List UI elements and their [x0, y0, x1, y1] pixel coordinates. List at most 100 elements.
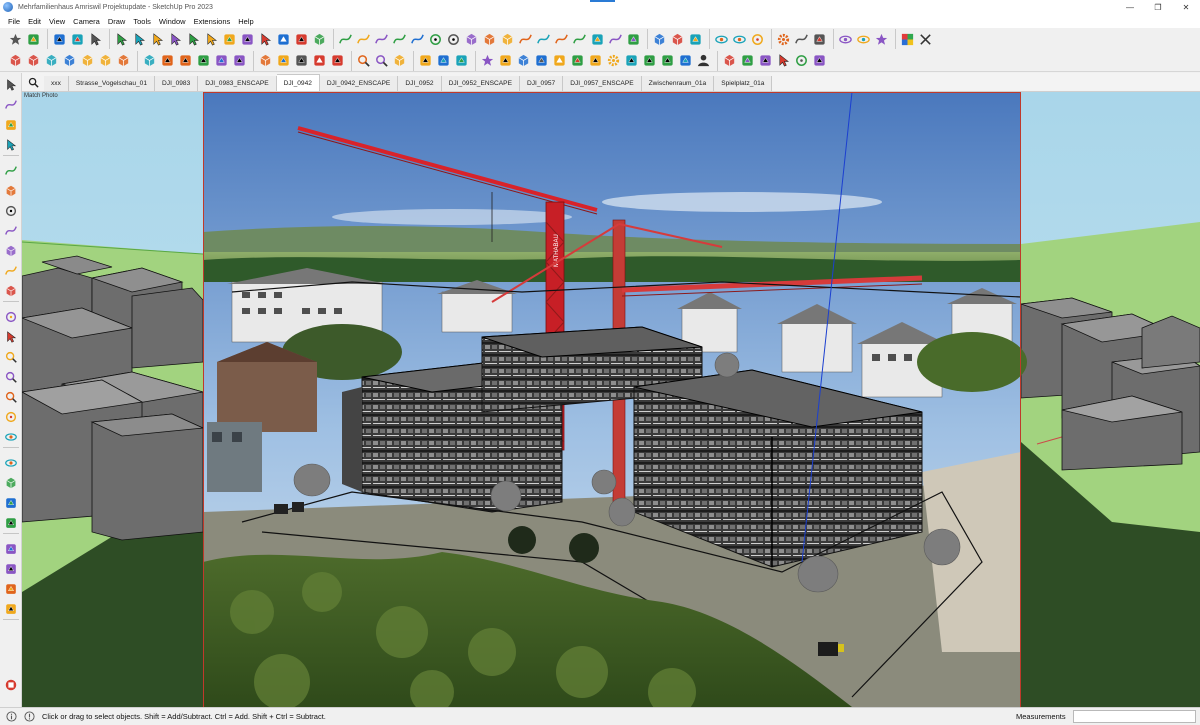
scene-tab-spielplatz-01a[interactable]: Spielplatz_01a — [714, 76, 773, 91]
rotated-rectangle-icon[interactable] — [499, 30, 516, 48]
left-layers-icon[interactable] — [2, 561, 20, 577]
unhide-icon[interactable] — [855, 30, 872, 48]
scale-icon[interactable] — [167, 30, 184, 48]
follow-me-icon[interactable] — [185, 30, 202, 48]
fredo-tools-icon[interactable] — [811, 52, 828, 70]
left-components-icon[interactable] — [2, 495, 20, 511]
rotate-icon[interactable] — [149, 30, 166, 48]
getting-started-icon[interactable] — [7, 30, 24, 48]
left-rectangle-icon[interactable] — [2, 183, 20, 199]
scene-tab-dji-0983-enscape[interactable]: DJI_0983_ENSCAPE — [198, 76, 277, 91]
menu-extensions[interactable]: Extensions — [190, 17, 235, 26]
offset-icon[interactable] — [203, 30, 220, 48]
measurements-input[interactable] — [1073, 710, 1196, 723]
enscape-assets-icon[interactable] — [587, 52, 604, 70]
spline-icon[interactable] — [535, 30, 552, 48]
sandbox-smoove-icon[interactable] — [257, 52, 274, 70]
left-section-icon[interactable] — [2, 283, 20, 299]
protractor-icon[interactable] — [239, 30, 256, 48]
intersect-icon[interactable] — [159, 52, 176, 70]
scene-tab-dji-0952-enscape[interactable]: DJI_0952_ENSCAPE — [441, 76, 520, 91]
look-around-icon[interactable] — [749, 30, 766, 48]
left-section-plane-icon[interactable] — [2, 475, 20, 491]
left-styles-icon[interactable] — [2, 541, 20, 557]
axes-icon[interactable] — [257, 30, 274, 48]
flip-edge-icon[interactable] — [329, 52, 346, 70]
left-materials-icon[interactable] — [2, 515, 20, 531]
maximize-button[interactable]: ❐ — [1144, 0, 1172, 14]
left-orbit-icon[interactable] — [2, 309, 20, 325]
circle-icon[interactable] — [445, 30, 462, 48]
joint-push-pull-icon[interactable] — [775, 52, 792, 70]
solid-tools-icon[interactable] — [141, 52, 158, 70]
zoom-extents-icon[interactable] — [355, 52, 372, 70]
left-circle-icon[interactable] — [2, 203, 20, 219]
scene-search-icon[interactable] — [22, 73, 44, 91]
style-icon[interactable] — [453, 52, 470, 70]
left-zoom-window-icon[interactable] — [2, 369, 20, 385]
close-icon[interactable] — [917, 30, 934, 48]
left-zoom-icon[interactable] — [2, 349, 20, 365]
select-icon[interactable] — [113, 30, 130, 48]
enscape-materials-icon[interactable] — [569, 52, 586, 70]
enscape-info-icon[interactable] — [677, 52, 694, 70]
trim-icon[interactable] — [213, 52, 230, 70]
left-arc-icon[interactable] — [2, 223, 20, 239]
menu-help[interactable]: Help — [234, 17, 257, 26]
model-viewport[interactable]: Match Photo MATHABAU — [22, 92, 1200, 707]
user-icon[interactable] — [695, 52, 712, 70]
scene-tab-dji-0983[interactable]: DJI_0983 — [155, 76, 199, 91]
front-view-icon[interactable] — [43, 52, 60, 70]
enscape-capture-icon[interactable] — [533, 52, 550, 70]
smoove-icon[interactable] — [687, 30, 704, 48]
scene-tab-strasse-vogelschau-01[interactable]: Strasse_Vogelschau_01 — [68, 76, 156, 91]
enscape-sync-icon[interactable] — [497, 52, 514, 70]
left-pan-icon[interactable] — [2, 329, 20, 345]
outliner-icon[interactable] — [793, 30, 810, 48]
drape-icon[interactable] — [293, 52, 310, 70]
left-tape-measure-icon[interactable] — [2, 117, 20, 133]
left-freehand-icon[interactable] — [2, 263, 20, 279]
minimize-button[interactable]: — — [1116, 0, 1144, 14]
menu-edit[interactable]: Edit — [24, 17, 45, 26]
hide-icon[interactable] — [837, 30, 854, 48]
line-icon[interactable] — [337, 30, 354, 48]
sandbox-from-contours-icon[interactable] — [651, 30, 668, 48]
component-browser-icon[interactable] — [811, 30, 828, 48]
left-scenes-icon[interactable] — [2, 581, 20, 597]
fog-icon[interactable] — [435, 52, 452, 70]
freehand-icon[interactable] — [355, 30, 372, 48]
left-line-icon[interactable] — [2, 163, 20, 179]
move-icon[interactable] — [131, 30, 148, 48]
sandbox-tools-icon[interactable] — [721, 52, 738, 70]
scene-tab-zwischenraum-01a[interactable]: Zwischenraum_01a — [641, 76, 715, 91]
scene-tab-dji-0957[interactable]: DJI_0957 — [519, 76, 564, 91]
bottom-view-icon[interactable] — [115, 52, 132, 70]
round-corner-icon[interactable] — [793, 52, 810, 70]
enscape-views-icon[interactable] — [515, 52, 532, 70]
scene-tab-dji-0942[interactable]: DJI_0942 — [276, 74, 320, 91]
three-point-arc-icon[interactable] — [409, 30, 426, 48]
subtract-icon[interactable] — [195, 52, 212, 70]
close-button[interactable]: ✕ — [1172, 0, 1200, 14]
sketchup-app-icon[interactable] — [3, 2, 13, 12]
scene-tab-dji-0942-enscape[interactable]: DJI_0942_ENSCAPE — [319, 76, 399, 91]
polygon-icon[interactable] — [463, 30, 480, 48]
position-camera-icon[interactable] — [731, 30, 748, 48]
flatten-icon[interactable] — [625, 30, 642, 48]
left-shadows-icon[interactable] — [2, 601, 20, 617]
dimension-icon[interactable] — [275, 30, 292, 48]
left-view-icon[interactable] — [97, 52, 114, 70]
split-icon[interactable] — [231, 52, 248, 70]
union-icon[interactable] — [177, 52, 194, 70]
credits-icon[interactable] — [22, 710, 36, 724]
left-select-arrow-icon[interactable] — [2, 77, 20, 93]
two-point-arc-icon[interactable] — [391, 30, 408, 48]
enscape-video-icon[interactable] — [551, 52, 568, 70]
curve-icon[interactable] — [517, 30, 534, 48]
menu-tools[interactable]: Tools — [129, 17, 155, 26]
left-lasso-icon[interactable] — [2, 97, 20, 113]
left-walk-icon[interactable] — [2, 429, 20, 445]
enscape-start-icon[interactable] — [479, 52, 496, 70]
arc-icon[interactable] — [373, 30, 390, 48]
